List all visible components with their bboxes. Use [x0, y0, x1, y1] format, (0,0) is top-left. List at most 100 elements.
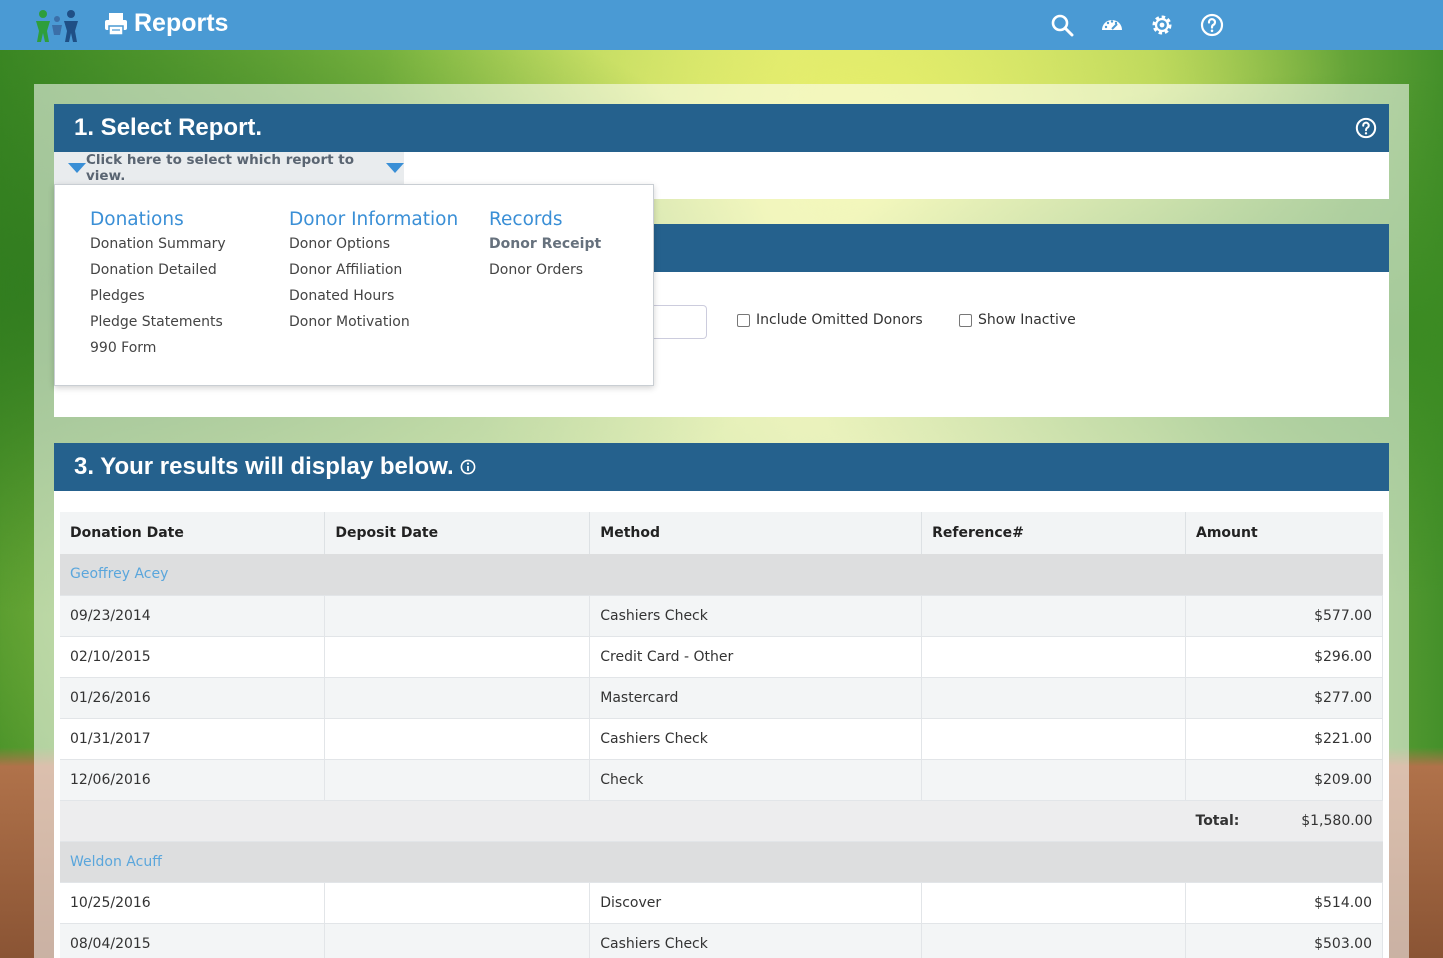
amount-cell: $514.00 — [1185, 882, 1383, 924]
table-row: 09/23/2014 Cashiers Check $577.00 — [60, 595, 1383, 637]
menu-item-pledge-statements[interactable]: Pledge Statements — [90, 314, 226, 340]
menu-item-donor-receipt[interactable]: Donor Receipt — [489, 236, 601, 262]
reference-cell — [921, 677, 1186, 719]
method-cell: Cashiers Check — [589, 718, 923, 760]
method-cell: Mastercard — [589, 677, 923, 719]
deposit-date-cell — [324, 882, 591, 924]
deposit-date-cell — [324, 718, 591, 760]
menu-column-records: Records Donor Receipt Donor Orders — [489, 209, 601, 288]
amount-cell: $277.00 — [1185, 677, 1383, 719]
include-omitted-donors-checkbox[interactable]: Include Omitted Donors — [737, 312, 923, 328]
results-table: Donation Date Deposit Date Method Refere… — [60, 512, 1383, 958]
donation-date-cell: 01/31/2017 — [60, 718, 326, 760]
method-cell: Credit Card - Other — [589, 636, 923, 678]
group-row: Weldon Acuff — [60, 841, 1383, 883]
show-inactive-checkbox[interactable]: Show Inactive — [959, 312, 1076, 328]
menu-item-pledges[interactable]: Pledges — [90, 288, 226, 314]
total-label: Total: — [1195, 812, 1240, 829]
menu-item-donated-hours[interactable]: Donated Hours — [289, 288, 458, 314]
total-row: Total: $1,580.00 — [60, 800, 1383, 842]
donation-date-cell: 12/06/2016 — [60, 759, 326, 801]
menu-item-donor-options[interactable]: Donor Options — [289, 236, 458, 262]
method-cell: Discover — [589, 882, 923, 924]
table-row: 10/25/2016 Discover $514.00 — [60, 882, 1383, 924]
checkbox-box[interactable] — [959, 313, 972, 327]
dashboard-icon[interactable] — [1100, 13, 1124, 37]
reference-cell — [921, 923, 1186, 958]
table-row: 01/26/2016 Mastercard $277.00 — [60, 677, 1383, 719]
donor-name-link[interactable]: Geoffrey Acey — [60, 554, 1383, 596]
column-header-donation-date[interactable]: Donation Date — [60, 512, 326, 554]
report-selector-label: Click here to select which report to vie… — [86, 152, 354, 184]
donation-date-cell: 10/25/2016 — [60, 882, 326, 924]
report-selector-toggle[interactable]: Click here to select which report to vie… — [54, 152, 404, 184]
table-row: 02/10/2015 Credit Card - Other $296.00 — [60, 636, 1383, 678]
method-cell: Cashiers Check — [589, 595, 923, 637]
deposit-date-cell — [324, 595, 591, 637]
reference-cell — [921, 636, 1186, 678]
select-report-title: 1. Select Report. — [74, 114, 263, 141]
menu-heading: Donations — [90, 209, 184, 230]
column-header-reference[interactable]: Reference# — [921, 512, 1186, 554]
table-row: 08/04/2015 Cashiers Check $503.00 — [60, 923, 1383, 958]
search-icon[interactable] — [1050, 13, 1074, 37]
deposit-date-cell — [324, 677, 591, 719]
results-panel: 3. Your results will display below. Dona… — [54, 443, 1389, 958]
menu-item-donor-affiliation[interactable]: Donor Affiliation — [289, 262, 458, 288]
reference-cell — [921, 759, 1186, 801]
table-row: 12/06/2016 Check $209.00 — [60, 759, 1383, 801]
panel-title: 3. Your results will display below. — [54, 443, 1389, 491]
chevron-down-icon — [68, 163, 86, 173]
reference-cell — [921, 882, 1186, 924]
checkbox-box[interactable] — [737, 313, 750, 327]
help-icon[interactable] — [1200, 13, 1224, 37]
app-title: Reports — [104, 9, 228, 38]
app-title-text: Reports — [134, 9, 229, 37]
top-bar: Reports — [0, 0, 1443, 50]
deposit-date-cell — [324, 923, 591, 958]
help-icon[interactable] — [1355, 117, 1377, 139]
logo-icon[interactable] — [34, 9, 80, 43]
menu-item-990-form[interactable]: 990 Form — [90, 340, 226, 366]
menu-item-donor-motivation[interactable]: Donor Motivation — [289, 314, 458, 340]
chevron-down-icon — [386, 163, 404, 173]
menu-heading: Donor Information — [289, 209, 459, 230]
info-icon[interactable] — [460, 459, 476, 475]
menu-item-donation-detailed[interactable]: Donation Detailed — [90, 262, 226, 288]
group-row: Geoffrey Acey — [60, 554, 1383, 596]
column-header-method[interactable]: Method — [589, 512, 923, 554]
amount-cell: $503.00 — [1185, 923, 1383, 958]
menu-column-donor-information: Donor Information Donor Options Donor Af… — [289, 209, 458, 340]
show-inactive-label: Show Inactive — [978, 312, 1076, 328]
donation-date-cell: 08/04/2015 — [60, 923, 326, 958]
deposit-date-cell — [324, 636, 591, 678]
amount-cell: $209.00 — [1185, 759, 1383, 801]
include-omitted-label: Include Omitted Donors — [756, 312, 923, 328]
total-value: $1,580.00 — [1301, 812, 1373, 829]
table-row: 01/31/2017 Cashiers Check $221.00 — [60, 718, 1383, 760]
amount-cell: $221.00 — [1185, 718, 1383, 760]
amount-cell: $296.00 — [1185, 636, 1383, 678]
column-header-deposit-date[interactable]: Deposit Date — [324, 512, 591, 554]
donation-date-cell: 02/10/2015 — [60, 636, 326, 678]
table-header-row: Donation Date Deposit Date Method Refere… — [60, 512, 1383, 554]
method-cell: Check — [589, 759, 923, 801]
donation-date-cell: 01/26/2016 — [60, 677, 326, 719]
report-menu: Donations Donation Summary Donation Deta… — [54, 184, 654, 386]
menu-column-donations: Donations Donation Summary Donation Deta… — [90, 209, 226, 366]
menu-item-donor-orders[interactable]: Donor Orders — [489, 262, 601, 288]
results-title: 3. Your results will display below. — [74, 453, 454, 480]
total-spacer — [60, 800, 1186, 842]
reference-cell — [921, 595, 1186, 637]
donation-date-cell: 09/23/2014 — [60, 595, 326, 637]
amount-cell: $577.00 — [1185, 595, 1383, 637]
method-cell: Cashiers Check — [589, 923, 923, 958]
total-cell: Total: $1,580.00 — [1185, 800, 1383, 842]
panel-title: 1. Select Report. — [54, 104, 1389, 152]
gear-icon[interactable] — [1150, 13, 1174, 37]
donor-name-link[interactable]: Weldon Acuff — [60, 841, 1383, 883]
deposit-date-cell — [324, 759, 591, 801]
menu-item-donation-summary[interactable]: Donation Summary — [90, 236, 226, 262]
column-header-amount[interactable]: Amount — [1185, 512, 1383, 554]
menu-heading: Records — [489, 209, 563, 230]
